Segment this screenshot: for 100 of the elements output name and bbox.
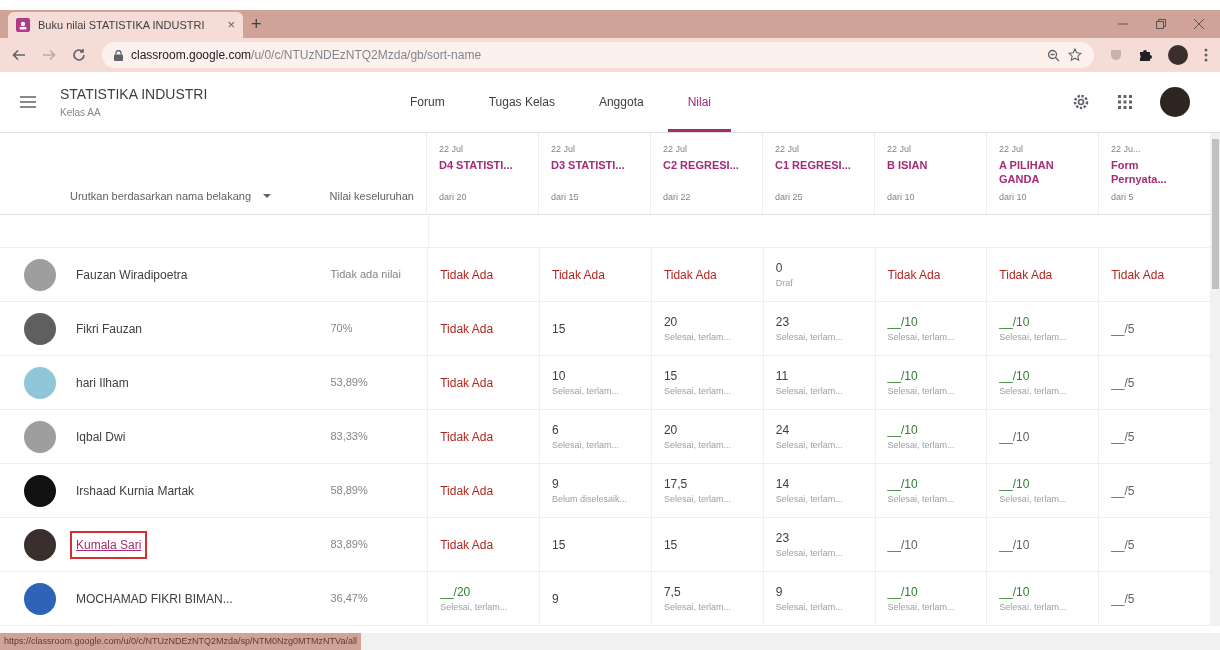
- more-icon[interactable]: [1204, 48, 1208, 62]
- nav-tab[interactable]: Nilai: [667, 72, 731, 132]
- grade-value[interactable]: 15: [663, 535, 751, 554]
- apps-grid-icon[interactable]: [1118, 95, 1132, 109]
- assignment-title[interactable]: D3 STATISTI...: [551, 157, 631, 188]
- account-avatar[interactable]: [1160, 87, 1190, 117]
- assignment-title[interactable]: B ISIAN: [887, 157, 967, 188]
- grade-value[interactable]: 6: [552, 420, 639, 439]
- submission-status: Selesai, terlam...: [999, 330, 1068, 344]
- grade-value[interactable]: Tidak Ada: [440, 481, 528, 500]
- sort-dropdown[interactable]: Urutkan berdasarkan nama belakang: [70, 187, 271, 204]
- grade-value[interactable]: 0: [775, 258, 863, 277]
- menu-icon[interactable]: [20, 96, 36, 108]
- grade-value[interactable]: __/10: [887, 366, 975, 385]
- grade-value[interactable]: Tidak Ada: [887, 265, 975, 284]
- grade-value[interactable]: __/10: [999, 427, 1087, 446]
- grade-value[interactable]: 9: [775, 582, 863, 601]
- grade-value[interactable]: __/10: [887, 474, 975, 493]
- grade-value[interactable]: __/5: [1111, 535, 1198, 554]
- tab-close-button[interactable]: ×: [227, 15, 235, 35]
- grade-value[interactable]: __/20: [440, 582, 528, 601]
- grade-value[interactable]: 24: [775, 420, 863, 439]
- browser-tab[interactable]: Buku nilai STATISTIKA INDUSTRI ×: [8, 12, 243, 38]
- grade-value[interactable]: Tidak Ada: [999, 265, 1087, 284]
- restore-icon[interactable]: [1156, 19, 1166, 29]
- grade-value[interactable]: 14: [775, 474, 863, 493]
- student-name[interactable]: Fikri Fauzan: [70, 314, 149, 343]
- student-name[interactable]: Fauzan Wiradipoetra: [70, 260, 194, 289]
- grade-value[interactable]: 9: [552, 589, 639, 608]
- grade-value[interactable]: 15: [663, 366, 751, 385]
- student-name[interactable]: Iqbal Dwi: [70, 422, 132, 451]
- assignment-title[interactable]: C2 REGRESI...: [663, 157, 743, 188]
- max-points: dari 25: [775, 190, 804, 204]
- assignment-date: 22 Jul: [999, 143, 1025, 156]
- grade-value[interactable]: __/10: [999, 474, 1087, 493]
- grade-value[interactable]: 15: [552, 319, 639, 338]
- back-icon[interactable]: [12, 48, 26, 62]
- grade-value[interactable]: 11: [775, 366, 863, 385]
- address-bar[interactable]: classroom.google.com/u/0/c/NTUzNDEzNTQ2Mzda/gb/sort-name: [102, 42, 1094, 68]
- grade-value[interactable]: __/5: [1111, 319, 1198, 338]
- student-name[interactable]: Irshaad Kurnia Martak: [70, 476, 201, 505]
- class-title[interactable]: STATISTIKA INDUSTRI: [60, 84, 390, 105]
- assignment-title[interactable]: C1 REGRESI...: [775, 157, 855, 188]
- submission-status: Selesai, terlam...: [440, 600, 509, 614]
- grade-value[interactable]: __/5: [1111, 373, 1198, 392]
- settings-icon[interactable]: [1072, 93, 1090, 111]
- grade-value[interactable]: 20: [663, 312, 751, 331]
- grade-value[interactable]: Tidak Ada: [440, 319, 528, 338]
- grade-value[interactable]: 20: [663, 420, 751, 439]
- grade-value[interactable]: 23: [775, 312, 863, 331]
- grade-value[interactable]: 17,5: [663, 474, 751, 493]
- reload-icon[interactable]: [72, 48, 86, 62]
- submission-status: Selesai, terlam...: [775, 438, 844, 452]
- student-name[interactable]: MOCHAMAD FIKRI BIMAN...: [70, 584, 239, 613]
- grade-value[interactable]: __/5: [1111, 589, 1198, 608]
- grade-value[interactable]: Tidak Ada: [552, 265, 639, 284]
- scrollbar[interactable]: [1210, 133, 1220, 626]
- grade-value[interactable]: Tidak Ada: [440, 427, 528, 446]
- nav-tab[interactable]: Tugas Kelas: [468, 72, 575, 132]
- grade-value[interactable]: __/10: [999, 312, 1087, 331]
- assignment-title[interactable]: Form Pernyata...: [1111, 157, 1191, 188]
- submission-status: Selesai, terlam...: [887, 330, 956, 344]
- grade-value[interactable]: 15: [552, 535, 639, 554]
- close-icon[interactable]: [1194, 19, 1204, 29]
- grade-value[interactable]: 9: [552, 474, 639, 493]
- grade-value[interactable]: Tidak Ada: [440, 373, 528, 392]
- profile-avatar[interactable]: [1168, 45, 1188, 65]
- grade-value[interactable]: Tidak Ada: [440, 265, 528, 284]
- grade-value[interactable]: Tidak Ada: [440, 535, 528, 554]
- caret-icon[interactable]: [263, 193, 271, 198]
- submission-status: Selesai, terlam...: [999, 384, 1068, 398]
- submission-status: Draf: [775, 276, 794, 290]
- grade-value[interactable]: __/10: [887, 535, 975, 554]
- grade-value[interactable]: 7,5: [663, 582, 751, 601]
- horizontal-scrollbar[interactable]: [360, 633, 1220, 650]
- nav-tab[interactable]: Forum: [390, 72, 465, 132]
- grade-value[interactable]: __/5: [1111, 427, 1198, 446]
- assignment-title[interactable]: D4 STATISTI...: [439, 157, 519, 188]
- overall-grade: 53,89%: [330, 375, 368, 391]
- new-tab-button[interactable]: +: [251, 10, 262, 38]
- assignment-title[interactable]: A PILIHAN GANDA: [999, 157, 1079, 188]
- grade-value[interactable]: __/10: [887, 312, 975, 331]
- zoom-icon[interactable]: [1047, 48, 1060, 62]
- grade-value[interactable]: __/10: [999, 582, 1087, 601]
- grade-value[interactable]: 23: [775, 528, 863, 547]
- grade-value[interactable]: __/10: [999, 535, 1087, 554]
- puzzle-icon[interactable]: [1138, 48, 1152, 62]
- grade-value[interactable]: 10: [552, 366, 639, 385]
- grade-value[interactable]: Tidak Ada: [663, 265, 751, 284]
- grade-value[interactable]: __/10: [887, 582, 975, 601]
- student-name[interactable]: Kumala Sari: [70, 530, 148, 559]
- nav-tab[interactable]: Anggota: [578, 72, 664, 132]
- max-points: dari 10: [999, 190, 1028, 204]
- grade-value[interactable]: Tidak Ada: [1111, 265, 1198, 284]
- grade-value[interactable]: __/10: [887, 420, 975, 439]
- assignment-date: 22 Jul: [775, 143, 801, 156]
- grade-value[interactable]: __/10: [999, 366, 1087, 385]
- grade-value[interactable]: __/5: [1111, 481, 1198, 500]
- star-icon[interactable]: [1068, 48, 1082, 62]
- student-name[interactable]: hari Ilham: [70, 368, 135, 397]
